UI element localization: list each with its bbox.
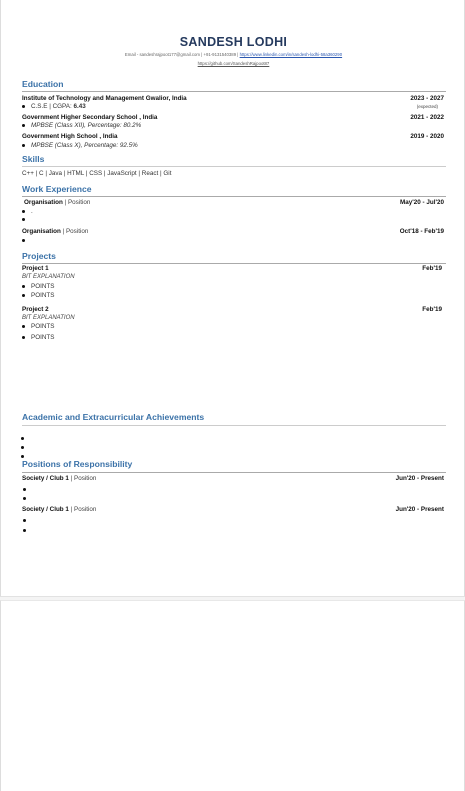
- bullet-icon: [22, 335, 25, 339]
- project-title: Project 2: [22, 306, 49, 313]
- point-text: POINTS: [31, 292, 55, 299]
- bullet-icon: [22, 123, 25, 127]
- bullet-icon: [23, 487, 26, 491]
- work-dates: May'20 - Jul'20: [400, 199, 444, 206]
- degree-text: C.S.E | CGPA:: [31, 103, 74, 110]
- resume-page-2: [0, 600, 465, 791]
- project-point: POINTS: [22, 283, 55, 290]
- position: Position: [65, 228, 89, 235]
- school-name: Government High School , India: [22, 133, 118, 140]
- skills-heading: Skills: [22, 154, 45, 164]
- detail-text: MPBSE (Class XII), Percentage: 80.2%: [31, 122, 142, 129]
- contact-line: Email - sandeshrajpoot177@gmail.com | +9…: [1, 52, 465, 57]
- project-explanation: BIT EXPLANATION: [22, 274, 75, 280]
- achievements-heading: Academic and Extracurricular Achievement…: [22, 412, 205, 422]
- divider: [22, 196, 446, 197]
- bullet-icon: [23, 518, 26, 522]
- responsibility-bullet: [23, 487, 32, 493]
- point-text: POINTS: [31, 323, 55, 330]
- education-dates: 2023 - 2027: [410, 95, 444, 102]
- school-name: Institute of Technology and Management G…: [22, 95, 187, 102]
- contact-line-2: https://github.com/SandeshRajpoot87: [1, 61, 465, 66]
- bullet-icon: [23, 528, 26, 532]
- project-point: POINTS: [22, 292, 55, 299]
- position: Position: [67, 199, 91, 206]
- project-date: Feb'19: [422, 306, 442, 313]
- bullet-icon: [22, 284, 25, 288]
- work-bullet: [22, 238, 31, 244]
- bullet-icon: [22, 209, 25, 213]
- work-entry-title: Organisation | Position: [24, 199, 91, 206]
- education-detail: MPBSE (Class XII), Percentage: 80.2%: [22, 122, 142, 129]
- education-heading: Education: [22, 79, 64, 89]
- education-detail: C.S.E | CGPA: 6.43: [22, 103, 86, 110]
- project-explanation: BIT EXPLANATION: [22, 315, 75, 321]
- responsibility-bullet: [23, 518, 32, 524]
- projects-heading: Projects: [22, 251, 56, 261]
- resume-page-1: SANDESH LODHI Email - sandeshrajpoot177@…: [0, 0, 465, 597]
- github-link[interactable]: https://github.com/SandeshRajpoot87: [198, 61, 270, 66]
- responsibility-heading: Positions of Responsibility: [22, 459, 133, 469]
- society: Society / Club 1: [22, 506, 69, 513]
- cgpa-value: 6.43: [73, 103, 86, 110]
- point-text: POINTS: [31, 334, 55, 341]
- bullet-icon: [22, 293, 25, 297]
- project-date: Feb'19: [422, 265, 442, 272]
- bullet-icon: [21, 455, 24, 459]
- candidate-name: SANDESH LODHI: [179, 35, 288, 49]
- bullet-icon: [23, 496, 26, 500]
- divider: [22, 263, 446, 264]
- organisation: Organisation: [24, 199, 63, 206]
- divider: [22, 166, 446, 167]
- position: Position: [74, 475, 97, 482]
- contact-info: Email - sandeshrajpoot177@gmail.com | +9…: [124, 52, 239, 57]
- bullet-text: .: [31, 208, 33, 215]
- responsibility-title: Society / Club 1 | Position: [22, 506, 97, 513]
- project-point: POINTS: [22, 334, 55, 341]
- divider: [22, 425, 446, 426]
- linkedin-link[interactable]: https://www.linkedin.com/in/sandesh-lodh…: [240, 52, 342, 57]
- divider: [22, 91, 446, 92]
- society: Society / Club 1: [22, 475, 69, 482]
- bullet-icon: [22, 324, 25, 328]
- expected-note: (expected): [416, 104, 438, 109]
- work-heading: Work Experience: [22, 184, 92, 194]
- work-dates: Oct'18 - Feb'19: [399, 228, 444, 235]
- responsibility-bullet: [23, 528, 32, 534]
- work-bullet: .: [22, 208, 33, 215]
- point-text: POINTS: [31, 283, 55, 290]
- detail-text: MPBSE (Class X), Percentage: 92.5%: [31, 142, 138, 149]
- project-point: POINTS: [22, 323, 55, 330]
- project-title: Project 1: [22, 265, 49, 272]
- work-bullet: [22, 217, 31, 223]
- bullet-icon: [22, 217, 25, 221]
- responsibility-title: Society / Club 1 | Position: [22, 475, 97, 482]
- divider: [22, 472, 446, 473]
- education-dates: 2019 - 2020: [410, 133, 444, 140]
- school-name: Government Higher Secondary School , Ind…: [22, 114, 158, 121]
- work-entry-title: Organisation | Position: [22, 228, 89, 235]
- education-detail: MPBSE (Class X), Percentage: 92.5%: [22, 142, 138, 149]
- responsibility-dates: Jun'20 - Present: [395, 475, 444, 482]
- education-dates: 2021 - 2022: [410, 114, 444, 121]
- responsibility-dates: Jun'20 - Present: [395, 506, 444, 513]
- bullet-icon: [22, 104, 25, 108]
- skills-list: C++ | C | Java | HTML | CSS | JavaScript…: [22, 170, 172, 177]
- bullet-icon: [22, 143, 25, 147]
- position: Position: [74, 506, 97, 513]
- bullet-icon: [22, 238, 25, 242]
- organisation: Organisation: [22, 228, 61, 235]
- responsibility-bullet: [23, 496, 32, 502]
